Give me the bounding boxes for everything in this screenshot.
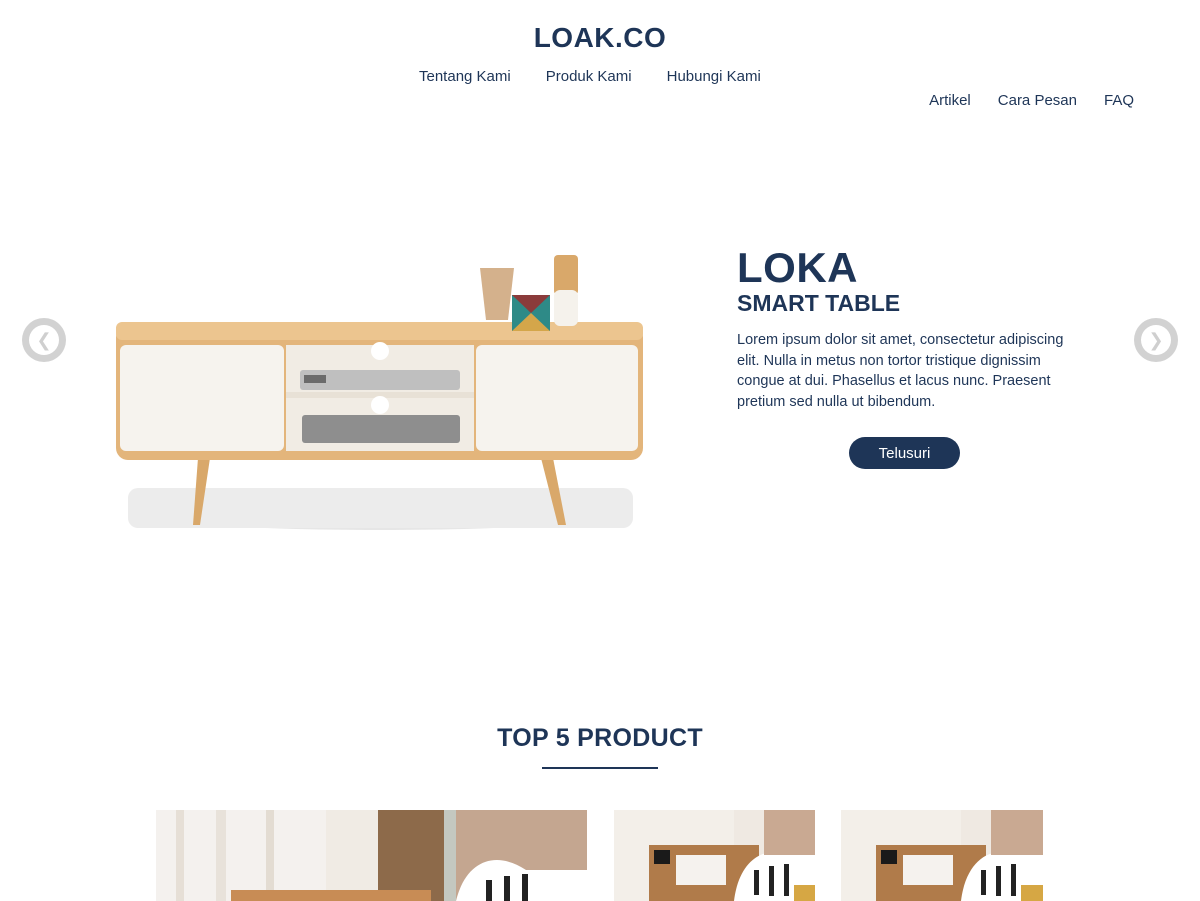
hero-text-block: LOKA SMART TABLE Lorem ipsum dolor sit a… [737,246,1097,412]
chevron-right-icon: ❯ [1141,325,1171,355]
nav-tentang-kami[interactable]: Tentang Kami [419,68,511,85]
nav-produk-kami[interactable]: Produk Kami [546,68,632,85]
hero-product-image [116,255,643,530]
product-card[interactable] [156,810,587,901]
hero-description: Lorem ipsum dolor sit amet, consectetur … [737,332,1064,410]
nav-faq[interactable]: FAQ [1104,92,1134,109]
nav-hubungi-kami[interactable]: Hubungi Kami [667,68,761,85]
carousel-prev-button[interactable]: ❮ [22,318,66,362]
section-divider [542,767,658,769]
chevron-left-icon: ❮ [29,325,59,355]
product-card[interactable] [841,810,1043,901]
nav-cara-pesan[interactable]: Cara Pesan [998,92,1077,109]
nav-artikel[interactable]: Artikel [929,92,971,109]
secondary-nav: Artikel Cara Pesan FAQ [902,92,1134,109]
main-nav: Tentang Kami Produk Kami Hubungi Kami [419,68,796,85]
hero-subtitle: SMART TABLE [737,290,901,316]
product-card[interactable] [614,810,815,901]
carousel-next-button[interactable]: ❯ [1134,318,1178,362]
hero-title: LOKA [737,244,858,291]
explore-button[interactable]: Telusuri [849,437,960,469]
section-title: TOP 5 PRODUCT [497,724,703,752]
site-logo[interactable]: LOAK.CO [0,22,1200,54]
